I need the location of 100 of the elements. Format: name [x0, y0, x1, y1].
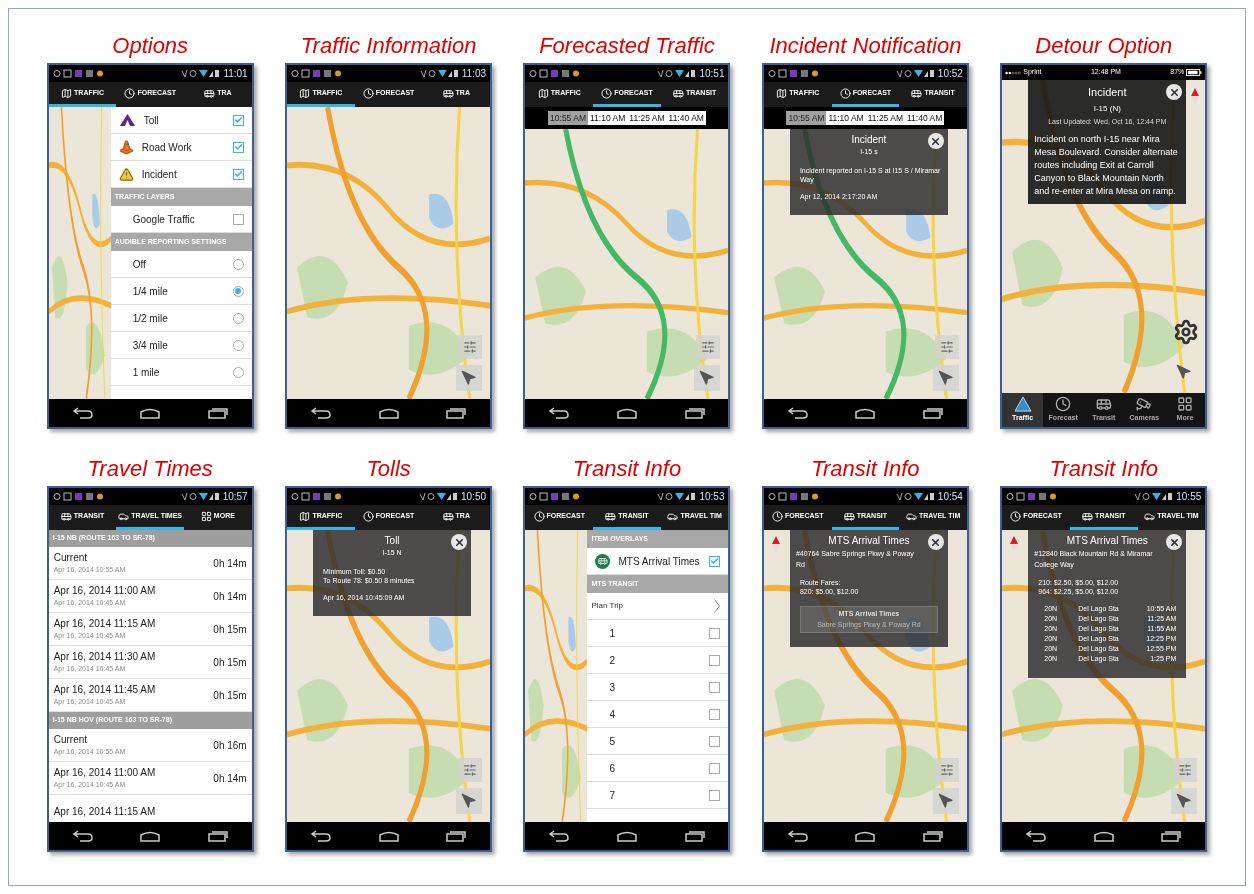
recent-apps-button[interactable] — [445, 407, 468, 419]
checkbox[interactable] — [709, 789, 721, 801]
checkbox[interactable] — [232, 141, 244, 153]
layers-button[interactable] — [934, 335, 959, 359]
locate-button[interactable] — [932, 365, 959, 391]
sliders-icon — [463, 763, 478, 777]
clock-time: 10:52 — [937, 68, 963, 79]
home-button[interactable] — [377, 830, 400, 842]
option-label: 6 — [608, 761, 617, 776]
recent-apps-button[interactable] — [206, 407, 229, 419]
recent-apps-button[interactable] — [1160, 830, 1183, 842]
time-slot-tab[interactable]: 10:55 AM — [786, 110, 827, 126]
locate-button[interactable] — [694, 365, 721, 391]
close-button[interactable] — [451, 534, 468, 550]
radio-button[interactable] — [232, 258, 244, 270]
travel-time: 0h 15m — [213, 655, 247, 670]
layers-button[interactable] — [934, 758, 959, 782]
time-label: Apr 16, 2014 11:15 AM — [53, 804, 156, 819]
option-label: 1 mile — [131, 365, 161, 380]
recent-apps-icon — [1160, 830, 1183, 842]
checkbox[interactable] — [709, 708, 721, 720]
recent-apps-button[interactable] — [683, 407, 706, 419]
back-button[interactable] — [309, 830, 332, 842]
home-button[interactable] — [139, 407, 162, 419]
option-label: Incident — [141, 167, 178, 182]
radio-button[interactable] — [232, 339, 244, 351]
back-button[interactable] — [1025, 830, 1048, 842]
radio-button[interactable] — [232, 285, 244, 297]
recent-apps-button[interactable] — [445, 830, 468, 842]
time-slot-tab[interactable]: 10:55 AM — [548, 110, 588, 126]
back-button[interactable] — [548, 830, 571, 842]
close-button[interactable] — [1166, 534, 1183, 550]
checkbox[interactable] — [232, 213, 244, 225]
warning-icon — [118, 166, 134, 182]
home-button[interactable] — [1092, 830, 1115, 842]
close-button[interactable] — [927, 534, 944, 550]
bus-icon — [673, 87, 684, 99]
clock-time: 10:53 — [699, 491, 725, 502]
locate-button[interactable] — [932, 788, 959, 814]
home-button[interactable] — [854, 407, 877, 419]
time-label: Current — [53, 551, 89, 566]
back-button[interactable] — [548, 407, 571, 419]
checkbox[interactable] — [232, 114, 244, 126]
locate-button[interactable] — [456, 788, 483, 814]
locate-button[interactable] — [456, 365, 483, 391]
back-button[interactable] — [71, 830, 94, 842]
checkbox[interactable] — [709, 654, 721, 666]
clock-time: 11:03 — [461, 68, 487, 79]
signal-battery-drawing — [1133, 492, 1174, 501]
locate-button[interactable] — [1171, 788, 1198, 814]
option-label: Road Work — [141, 140, 193, 155]
back-button[interactable] — [309, 407, 332, 419]
recent-apps-button[interactable] — [683, 830, 706, 842]
time-label: Apr 16, 2014 11:45 AM — [53, 683, 156, 698]
back-arrow-icon — [71, 407, 94, 419]
signal-battery-drawing — [894, 69, 935, 78]
radio-button[interactable] — [232, 312, 244, 324]
popup-text: Incident on north I-15 near Mira Mesa Boulevard. Consider alternate routes including Exit at Carroll Canyon to Black Mountain North and re-enter at Mira Mesa on ramp. — [1034, 133, 1179, 198]
layers-button[interactable] — [458, 335, 483, 359]
recent-apps-button[interactable] — [922, 830, 945, 842]
checkbox[interactable] — [709, 735, 721, 747]
home-button[interactable] — [854, 830, 877, 842]
home-icon — [1092, 830, 1115, 842]
home-button[interactable] — [615, 407, 638, 419]
checkbox[interactable] — [709, 681, 721, 693]
recent-apps-button[interactable] — [206, 830, 229, 842]
signal-battery-drawing — [179, 492, 220, 501]
recent-apps-icon — [922, 830, 945, 842]
settings-icon[interactable] — [1173, 319, 1200, 345]
back-button[interactable] — [71, 407, 94, 419]
layers-button[interactable] — [696, 335, 721, 359]
home-button[interactable] — [615, 830, 638, 842]
recent-apps-icon — [445, 830, 468, 842]
bus-icon — [204, 87, 216, 99]
option-label: 1/2 mile — [131, 311, 169, 326]
map-icon — [299, 510, 311, 522]
back-button[interactable] — [786, 830, 809, 842]
recent-apps-button[interactable] — [922, 407, 945, 419]
checkbox[interactable] — [709, 627, 721, 639]
checkbox[interactable] — [232, 168, 244, 180]
close-button[interactable] — [1166, 84, 1183, 100]
layers-button[interactable] — [458, 758, 483, 782]
home-button[interactable] — [377, 407, 400, 419]
clock-icon — [1010, 510, 1022, 522]
radio-button[interactable] — [232, 366, 244, 378]
back-button[interactable] — [786, 407, 809, 419]
sliders-icon — [939, 763, 954, 777]
checkbox[interactable] — [709, 555, 721, 567]
clock-icon — [839, 87, 851, 99]
figure-caption: Transit Info — [572, 458, 682, 480]
layers-button[interactable] — [1173, 758, 1198, 782]
back-arrow-icon — [548, 407, 571, 419]
checkbox[interactable] — [709, 762, 721, 774]
plan-trip-row[interactable]: Plan Trip — [587, 593, 729, 620]
back-arrow-icon — [786, 407, 809, 419]
sliders-icon — [463, 340, 478, 354]
close-button[interactable] — [927, 133, 944, 149]
notification-icons-drawing — [52, 492, 103, 501]
figure-caption: Traffic Information — [300, 35, 477, 57]
home-button[interactable] — [139, 830, 162, 842]
